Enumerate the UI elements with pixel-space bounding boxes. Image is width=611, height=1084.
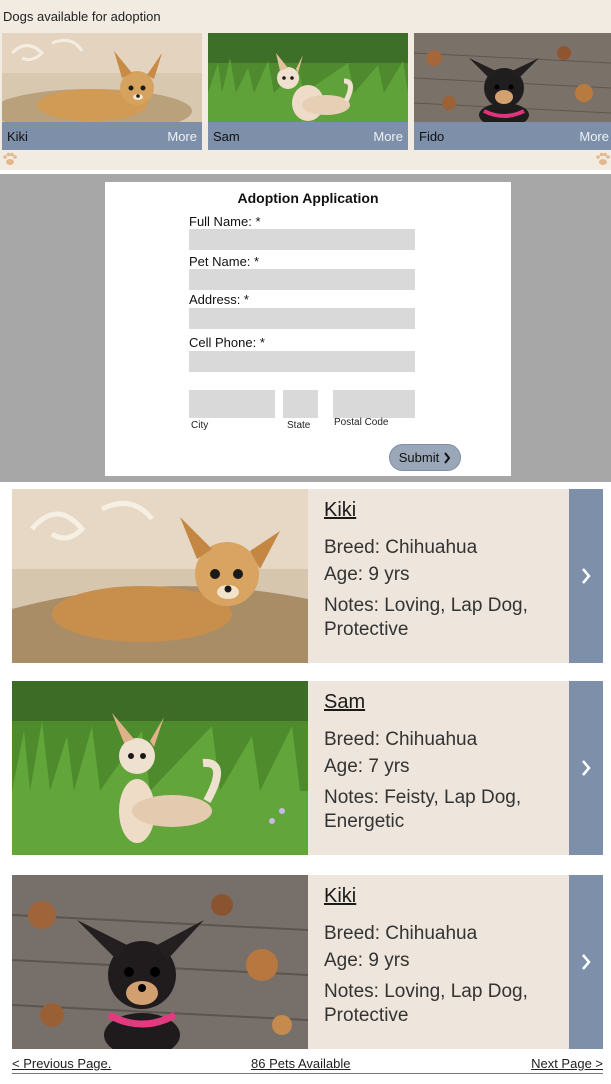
- dog-breed: Breed: Chihuahua: [324, 923, 478, 944]
- dog-info-panel: Sam Breed: Chihuahua Age: 7 yrs Notes: F…: [308, 681, 569, 855]
- dog-notes: Notes: Loving, Lap Dog, Protective: [324, 595, 528, 640]
- dog-notes: Notes: Feisty, Lap Dog, Energetic: [324, 787, 522, 832]
- dog-card-kiki[interactable]: Kiki More: [2, 33, 202, 150]
- form-backdrop: Adoption Application Full Name: * Pet Na…: [0, 174, 611, 482]
- dog-card-bar: Kiki More: [2, 122, 202, 150]
- dog-photo-kiki: [12, 875, 308, 1049]
- city-input[interactable]: [189, 390, 275, 418]
- adoption-form: Adoption Application Full Name: * Pet Na…: [105, 182, 511, 476]
- dog-info-panel: Kiki Breed: Chihuahua Age: 9 yrs Notes: …: [308, 875, 569, 1049]
- state-label: State: [287, 420, 311, 431]
- dog-name-link[interactable]: Sam: [324, 691, 365, 714]
- more-link[interactable]: More: [167, 129, 197, 144]
- submit-button[interactable]: Submit: [389, 444, 461, 471]
- more-link[interactable]: More: [579, 129, 609, 144]
- dog-info-panel: Kiki Breed: Chihuahua Age: 9 yrs Notes: …: [308, 489, 569, 663]
- dog-photo-kiki: [12, 489, 308, 663]
- dog-notes: Notes: Loving, Lap Dog, Protective: [324, 981, 528, 1026]
- paw-icon: [596, 152, 610, 165]
- dog-card-fido[interactable]: Fido More: [414, 33, 611, 150]
- pet-name-label: Pet Name: *: [189, 254, 260, 269]
- chevron-right-icon: [582, 954, 591, 970]
- address-label: Address: *: [189, 292, 249, 307]
- dog-card-sam[interactable]: Sam More: [208, 33, 408, 150]
- view-dog-button[interactable]: [569, 681, 603, 855]
- dog-photo-fido: [414, 33, 611, 122]
- city-label: City: [191, 420, 209, 431]
- full-name-label: Full Name: *: [189, 214, 261, 229]
- dog-card-bar: Fido More: [414, 122, 611, 150]
- dog-breed: Breed: Chihuahua: [324, 537, 478, 558]
- dog-card-name: Kiki: [7, 129, 28, 144]
- pagination-footer: < Previous Page. 86 Pets Available Next …: [12, 1054, 603, 1074]
- adoption-carousel: Dogs available for adoption Kiki More Sa…: [0, 0, 611, 170]
- dog-age: Age: 9 yrs: [324, 950, 410, 971]
- dog-list-item[interactable]: Sam Breed: Chihuahua Age: 7 yrs Notes: F…: [12, 681, 603, 855]
- dog-list-item[interactable]: Kiki Breed: Chihuahua Age: 9 yrs Notes: …: [12, 875, 603, 1049]
- next-page-link[interactable]: Next Page >: [531, 1056, 603, 1071]
- carousel-title: Dogs available for adoption: [3, 9, 161, 24]
- address-input[interactable]: [189, 308, 415, 329]
- chevron-right-icon: [582, 760, 591, 776]
- pets-available-count[interactable]: 86 Pets Available: [251, 1056, 351, 1071]
- dog-name-link[interactable]: Kiki: [324, 499, 356, 522]
- chevron-right-icon: [444, 451, 451, 464]
- form-title: Adoption Application: [237, 190, 379, 206]
- cell-phone-label: Cell Phone: *: [189, 335, 265, 350]
- dog-card-name: Sam: [213, 129, 240, 144]
- dog-list-item[interactable]: Kiki Breed: Chihuahua Age: 9 yrs Notes: …: [12, 489, 603, 663]
- submit-label: Submit: [398, 450, 440, 465]
- view-dog-button[interactable]: [569, 489, 603, 663]
- more-link[interactable]: More: [373, 129, 403, 144]
- dog-photo-kiki: [2, 33, 202, 122]
- pet-name-input[interactable]: [189, 269, 415, 290]
- paw-icon: [3, 152, 17, 165]
- dog-photo-sam: [208, 33, 408, 122]
- dog-breed: Breed: Chihuahua: [324, 729, 478, 750]
- dog-photo-sam: [12, 681, 308, 855]
- full-name-input[interactable]: [189, 229, 415, 250]
- dog-card-name: Fido: [419, 129, 445, 144]
- dog-card-bar: Sam More: [208, 122, 408, 150]
- cell-phone-input[interactable]: [189, 351, 415, 372]
- state-input[interactable]: [283, 390, 318, 418]
- chevron-right-icon: [582, 568, 591, 584]
- postal-code-label: Postal Code: [334, 417, 389, 428]
- dog-age: Age: 9 yrs: [324, 564, 410, 585]
- dog-name-link[interactable]: Kiki: [324, 885, 356, 908]
- view-dog-button[interactable]: [569, 875, 603, 1049]
- dog-age: Age: 7 yrs: [324, 756, 410, 777]
- previous-page-link[interactable]: < Previous Page.: [12, 1056, 111, 1071]
- postal-code-input[interactable]: [333, 390, 415, 418]
